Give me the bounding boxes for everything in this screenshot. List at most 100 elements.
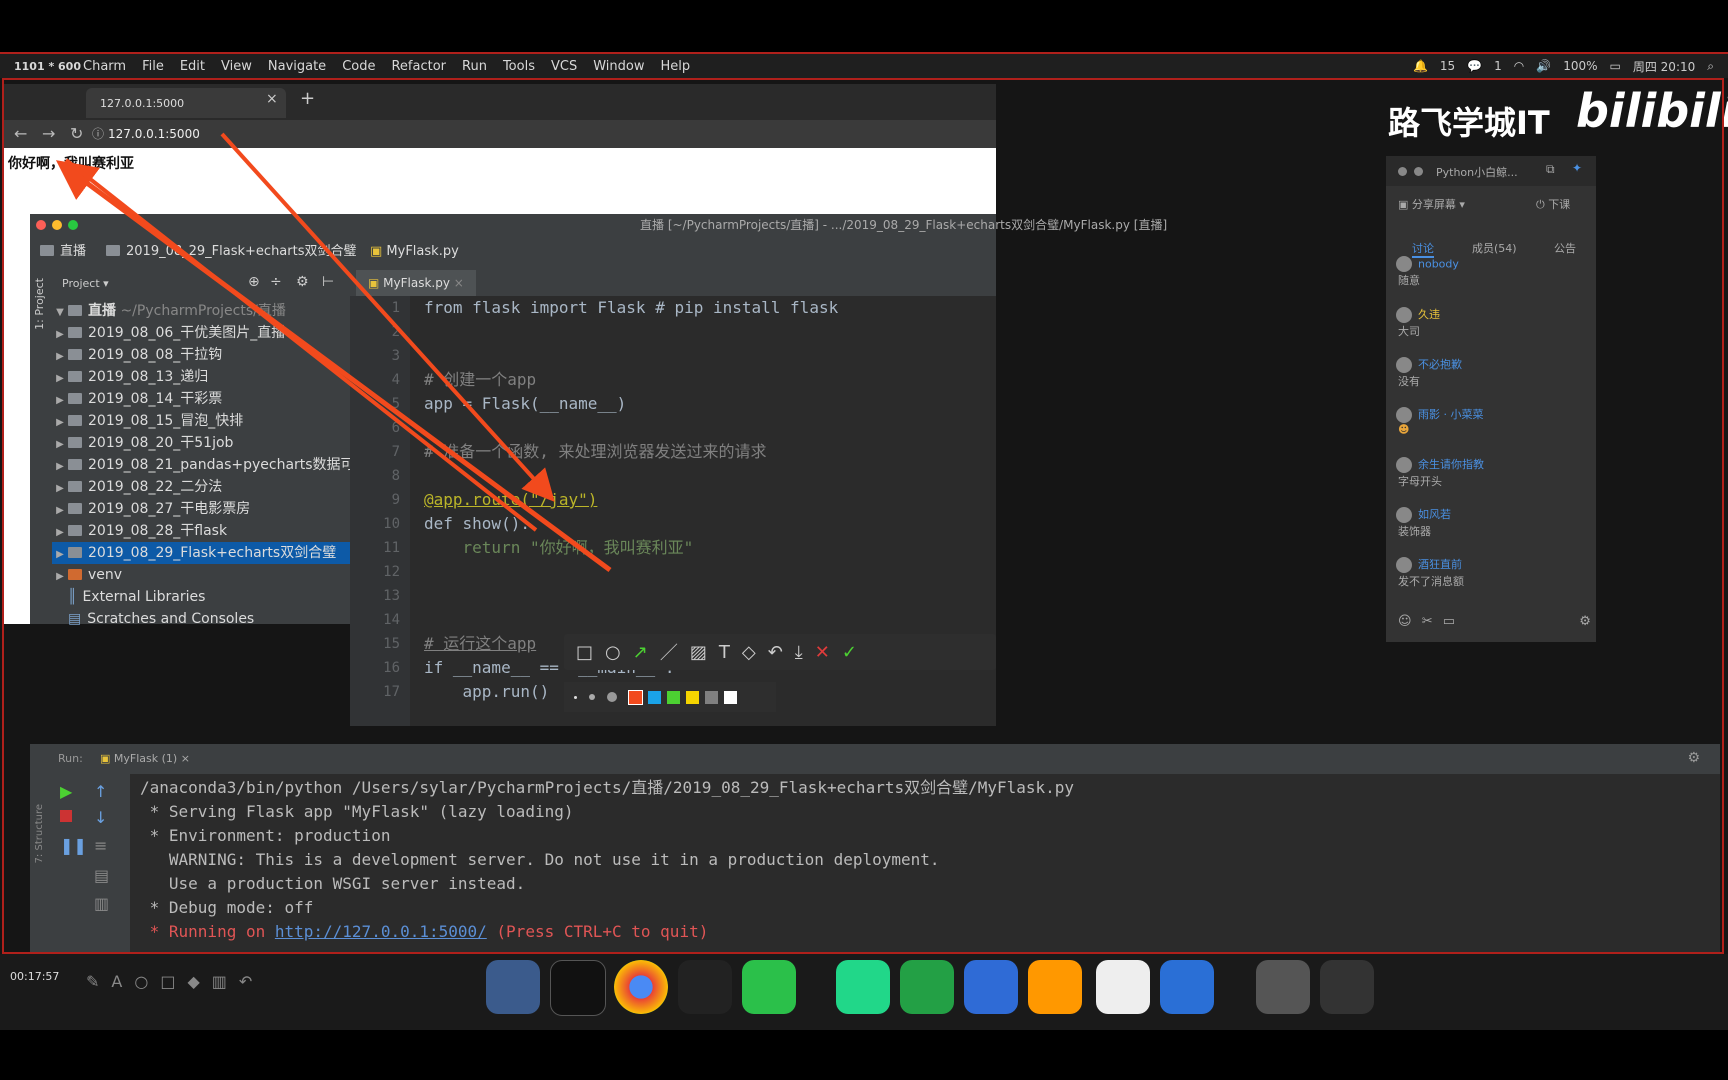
color-swatch-blue[interactable]	[648, 690, 661, 704]
folder-app-icon[interactable]	[1256, 960, 1310, 1014]
size-small-icon[interactable]	[574, 695, 577, 699]
color-swatch-white[interactable]	[724, 690, 737, 704]
expand-icon[interactable]: ▶	[52, 456, 68, 476]
expand-icon[interactable]: ▶	[52, 500, 68, 520]
close-tab-icon[interactable]: ×	[454, 276, 464, 290]
expand-icon[interactable]: ▶	[52, 478, 68, 498]
run-tab[interactable]: ▣ MyFlask (1) ×	[100, 752, 190, 765]
menu-navigate[interactable]: Navigate	[268, 59, 326, 74]
pin-icon[interactable]: ✦	[1572, 161, 1582, 175]
tree-item[interactable]: ▶ 2019_08_21_pandas+pyecharts数据可	[52, 454, 350, 476]
info-icon[interactable]: ⓘ	[92, 120, 104, 148]
expand-icon[interactable]: ▶	[52, 544, 68, 564]
window-dot-icon[interactable]	[1414, 167, 1423, 176]
expand-icon[interactable]: ▶	[52, 324, 68, 344]
collapse-icon[interactable]: ÷	[270, 274, 282, 290]
chrome-app-icon[interactable]	[614, 960, 668, 1014]
running-url-link[interactable]: http://127.0.0.1:5000/	[275, 922, 487, 941]
wechat-app-icon[interactable]	[742, 960, 796, 1014]
scroll-up-icon[interactable]: ↑	[94, 782, 107, 801]
arrow-tool-icon[interactable]: ↗	[633, 642, 648, 663]
close-tab-icon[interactable]: ×	[266, 91, 278, 107]
browser-tab[interactable]: 127.0.0.1:5000	[86, 88, 286, 118]
datetime[interactable]: 周四 20:10	[1633, 58, 1695, 75]
zoom-window-icon[interactable]	[68, 220, 78, 230]
rectangle-tool-icon[interactable]: □	[576, 642, 593, 663]
popout-icon[interactable]: ⧉	[1546, 162, 1555, 177]
back-icon[interactable]: ←	[14, 120, 27, 148]
expand-icon[interactable]: ▶	[52, 522, 68, 542]
hide-panel-icon[interactable]: ⊢	[322, 274, 334, 290]
reload-icon[interactable]: ↻	[70, 120, 83, 148]
color-swatch-yellow[interactable]	[686, 690, 699, 704]
print-icon[interactable]: ▤	[94, 866, 109, 885]
tree-item[interactable]: ▶ 2019_08_08_干拉钩	[52, 344, 350, 366]
minimize-window-icon[interactable]	[52, 220, 62, 230]
project-dropdown[interactable]: Project ▾	[62, 277, 109, 290]
tree-item-selected[interactable]: ▶ 2019_08_29_Flask+echarts双剑合璧	[52, 542, 350, 564]
gear-icon[interactable]: ⚙	[1687, 750, 1700, 766]
sublime-app-icon[interactable]	[1028, 960, 1082, 1014]
breadcrumb-file[interactable]: ▣ MyFlask.py	[370, 236, 459, 268]
expand-icon[interactable]: ▶	[52, 434, 68, 454]
menu-help[interactable]: Help	[660, 59, 690, 74]
tree-item-root[interactable]: ▼ 直播 ~/PycharmProjects/直播	[52, 300, 350, 322]
text-tool-icon[interactable]: T	[719, 642, 730, 663]
tag-tool-icon[interactable]: ◇	[742, 642, 756, 663]
undo-icon[interactable]: ↶	[768, 642, 783, 663]
menu-tools[interactable]: Tools	[503, 59, 535, 74]
tree-item[interactable]: ▶ 2019_08_06_干优美图片_直播	[52, 322, 350, 344]
typora-app-icon[interactable]	[1096, 960, 1150, 1014]
menu-refactor[interactable]: Refactor	[391, 59, 446, 74]
editor-tab[interactable]: ▣ MyFlask.py ×	[356, 270, 476, 296]
menu-window[interactable]: Window	[593, 59, 644, 74]
scissors-icon[interactable]: ✂	[1422, 614, 1433, 629]
wrap-icon[interactable]: ≡	[94, 836, 107, 855]
player-app-icon[interactable]	[1160, 960, 1214, 1014]
expand-icon[interactable]: ▶	[52, 390, 68, 410]
menu-edit[interactable]: Edit	[180, 59, 205, 74]
expand-icon[interactable]: ▶	[52, 346, 68, 366]
tree-item-venv[interactable]: ▶ venv	[52, 564, 350, 586]
forward-icon[interactable]: →	[42, 120, 55, 148]
tree-item[interactable]: ▶ 2019_08_15_冒泡_快排	[52, 410, 350, 432]
cancel-icon[interactable]: ✕	[815, 642, 830, 663]
menu-app-name[interactable]: Charm	[83, 59, 126, 74]
menu-vcs[interactable]: VCS	[551, 59, 577, 74]
project-tool-tab[interactable]: 1: Project	[33, 278, 46, 330]
window-dot-icon[interactable]	[1398, 167, 1407, 176]
expand-icon[interactable]: ▼	[52, 302, 68, 322]
tree-item[interactable]: ▶ 2019_08_20_干51job	[52, 432, 350, 454]
menu-code[interactable]: Code	[342, 59, 375, 74]
run-console[interactable]: /anaconda3/bin/python /Users/sylar/Pycha…	[130, 774, 1720, 952]
rerun-icon[interactable]: ▶	[60, 782, 72, 801]
square-icon[interactable]: □	[160, 972, 187, 991]
trash-icon[interactable]: ▥	[212, 972, 239, 991]
stop-icon[interactable]	[60, 810, 72, 822]
menu-view[interactable]: View	[221, 59, 252, 74]
pen-tool-icon[interactable]: ／	[660, 639, 678, 665]
confirm-icon[interactable]: ✓	[842, 642, 857, 663]
share-screen-button[interactable]: ▣ 分享屏幕 ▾	[1398, 196, 1465, 212]
volume-icon[interactable]: 🔊	[1536, 59, 1551, 73]
tab-members[interactable]: 成员(54)	[1472, 240, 1517, 256]
settings-icon[interactable]: ⚙	[1579, 614, 1591, 629]
expand-icon[interactable]: ▶	[52, 368, 68, 388]
terminal-app-icon[interactable]	[550, 960, 606, 1016]
scroll-down-icon[interactable]: ↓	[94, 808, 107, 827]
expand-icon[interactable]: ▶	[52, 412, 68, 432]
size-large-icon[interactable]	[607, 692, 617, 702]
tree-item-scratches[interactable]: ▤ Scratches and Consoles	[52, 608, 350, 630]
close-window-icon[interactable]	[36, 220, 46, 230]
download-icon[interactable]: ⤓	[795, 642, 803, 663]
mosaic-tool-icon[interactable]: ▨	[690, 642, 707, 663]
pen-icon[interactable]: ✎	[86, 972, 111, 991]
menu-file[interactable]: File	[142, 59, 164, 74]
new-tab-icon[interactable]: +	[300, 88, 315, 109]
breadcrumb-folder[interactable]: 2019_08_29_Flask+echarts双剑合璧	[106, 236, 356, 268]
tree-item[interactable]: ▶ 2019_08_27_干电影票房	[52, 498, 350, 520]
eraser-icon[interactable]: ◆	[187, 972, 211, 991]
wifi-icon[interactable]: ◠	[1514, 59, 1524, 73]
structure-tool-tab[interactable]: 7: Structure	[34, 804, 45, 863]
pause-icon[interactable]: ❚❚	[60, 836, 87, 855]
